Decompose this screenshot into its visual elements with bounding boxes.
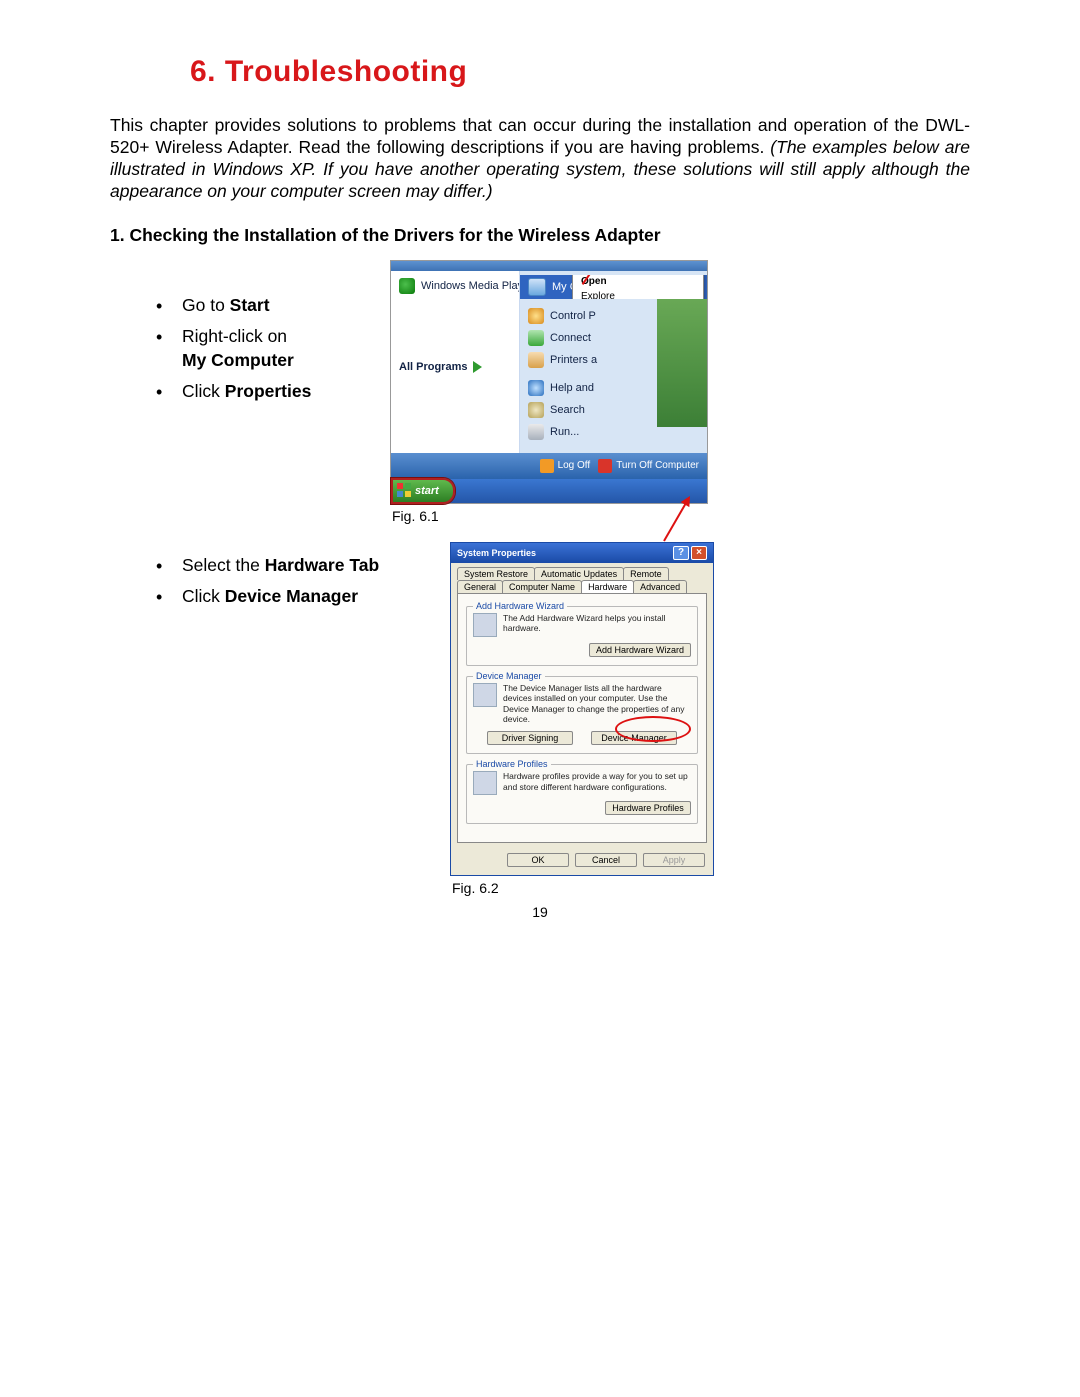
run-icon (528, 424, 544, 440)
label: Search (550, 404, 585, 416)
add-hardware-wizard-button[interactable]: Add Hardware Wizard (589, 643, 691, 657)
group-legend: Add Hardware Wizard (473, 601, 567, 611)
driver-signing-button[interactable]: Driver Signing (487, 731, 573, 745)
screenshot-start-menu: Windows Media Player All Programs My Com (390, 260, 708, 504)
label: Turn Off Computer (616, 460, 699, 471)
ctx-explore[interactable]: Explore (573, 289, 703, 299)
text: Right-click on (182, 326, 287, 346)
startmenu-item-wmp[interactable]: Windows Media Player (391, 275, 519, 297)
page-number: 19 (110, 904, 970, 920)
section-heading: 6. Troubleshooting (190, 55, 970, 89)
start-button[interactable]: start (391, 478, 455, 504)
group-text: The Device Manager lists all the hardwar… (503, 683, 691, 726)
text: Go to (182, 295, 230, 315)
tab-general[interactable]: General (457, 580, 503, 593)
apply-button[interactable]: Apply (643, 853, 705, 867)
device-manager-icon (473, 683, 497, 707)
logoff-button[interactable]: Log Off (540, 459, 591, 473)
text: Select the (182, 555, 265, 575)
controlpanel-icon (528, 308, 544, 324)
bold: Properties (225, 381, 312, 401)
search-icon (528, 402, 544, 418)
tab-system-restore[interactable]: System Restore (457, 567, 535, 580)
context-menu: Open Explore Search... Manage Map Networ… (572, 275, 704, 299)
figure-caption-2: Fig. 6.2 (452, 880, 970, 896)
tab-hardware[interactable]: Hardware (581, 580, 634, 593)
ctx-open[interactable]: Open (573, 275, 703, 289)
device-manager-button[interactable]: Device Manager (591, 731, 677, 745)
group-text: Hardware profiles provide a way for you … (503, 771, 691, 792)
bullet-goto-start: Go to Start (156, 294, 390, 318)
label: All Programs (399, 361, 467, 373)
group-text: The Add Hardware Wizard helps you instal… (503, 613, 691, 634)
tab-remote[interactable]: Remote (623, 567, 669, 580)
bullet-click-properties: Click Properties (156, 380, 390, 404)
hardware-profiles-icon (473, 771, 497, 795)
mycomputer-icon (528, 278, 546, 296)
label: Run... (550, 426, 579, 438)
help-button[interactable]: ? (673, 546, 689, 560)
help-icon (528, 380, 544, 396)
bold: My Computer (182, 350, 294, 370)
printers-icon (528, 352, 544, 368)
tab-computer-name[interactable]: Computer Name (502, 580, 582, 593)
ok-button[interactable]: OK (507, 853, 569, 867)
bullet-select-hardware-tab: Select the Hardware Tab (156, 554, 420, 578)
bullet-rightclick-mycomputer: Right-click on My Computer (156, 325, 390, 372)
hardware-profiles-button[interactable]: Hardware Profiles (605, 801, 691, 815)
cancel-button[interactable]: Cancel (575, 853, 637, 867)
screenshot-system-properties: System Properties ? × System Restore Aut… (450, 542, 714, 877)
logoff-icon (540, 459, 554, 473)
tab-advanced[interactable]: Advanced (633, 580, 687, 593)
bold: Hardware Tab (265, 555, 379, 575)
subheading: 1. Checking the Installation of the Driv… (110, 225, 970, 246)
bold: Start (230, 295, 270, 315)
group-add-hardware: Add Hardware Wizard The Add Hardware Wiz… (466, 606, 698, 666)
group-hardware-profiles: Hardware Profiles Hardware profiles prov… (466, 764, 698, 824)
group-legend: Hardware Profiles (473, 759, 551, 769)
label: Help and (550, 382, 594, 394)
startmenu-item-mycomputer[interactable]: My Com Open Explore Search... Manage Map… (520, 275, 707, 299)
group-legend: Device Manager (473, 671, 545, 681)
startmenu-all-programs[interactable]: All Programs (391, 357, 519, 377)
text: Click (182, 586, 225, 606)
turnoff-icon (598, 459, 612, 473)
close-button[interactable]: × (691, 546, 707, 560)
tab-automatic-updates[interactable]: Automatic Updates (534, 567, 624, 580)
dialog-title: System Properties (457, 548, 536, 558)
label: Control P (550, 310, 596, 322)
connect-icon (528, 330, 544, 346)
label: Printers a (550, 354, 597, 366)
group-device-manager: Device Manager The Device Manager lists … (466, 676, 698, 755)
label: Windows Media Player (421, 280, 519, 292)
label: Log Off (558, 460, 591, 471)
bold: Device Manager (225, 586, 358, 606)
bullet-click-device-manager: Click Device Manager (156, 585, 420, 609)
wmp-icon (399, 278, 415, 294)
label: Connect (550, 332, 591, 344)
hardware-wizard-icon (473, 613, 497, 637)
turnoff-button[interactable]: Turn Off Computer (598, 459, 699, 473)
desktop-background (657, 281, 707, 427)
text: Click (182, 381, 225, 401)
arrow-right-icon (473, 361, 482, 373)
intro-paragraph: This chapter provides solutions to probl… (110, 115, 970, 203)
